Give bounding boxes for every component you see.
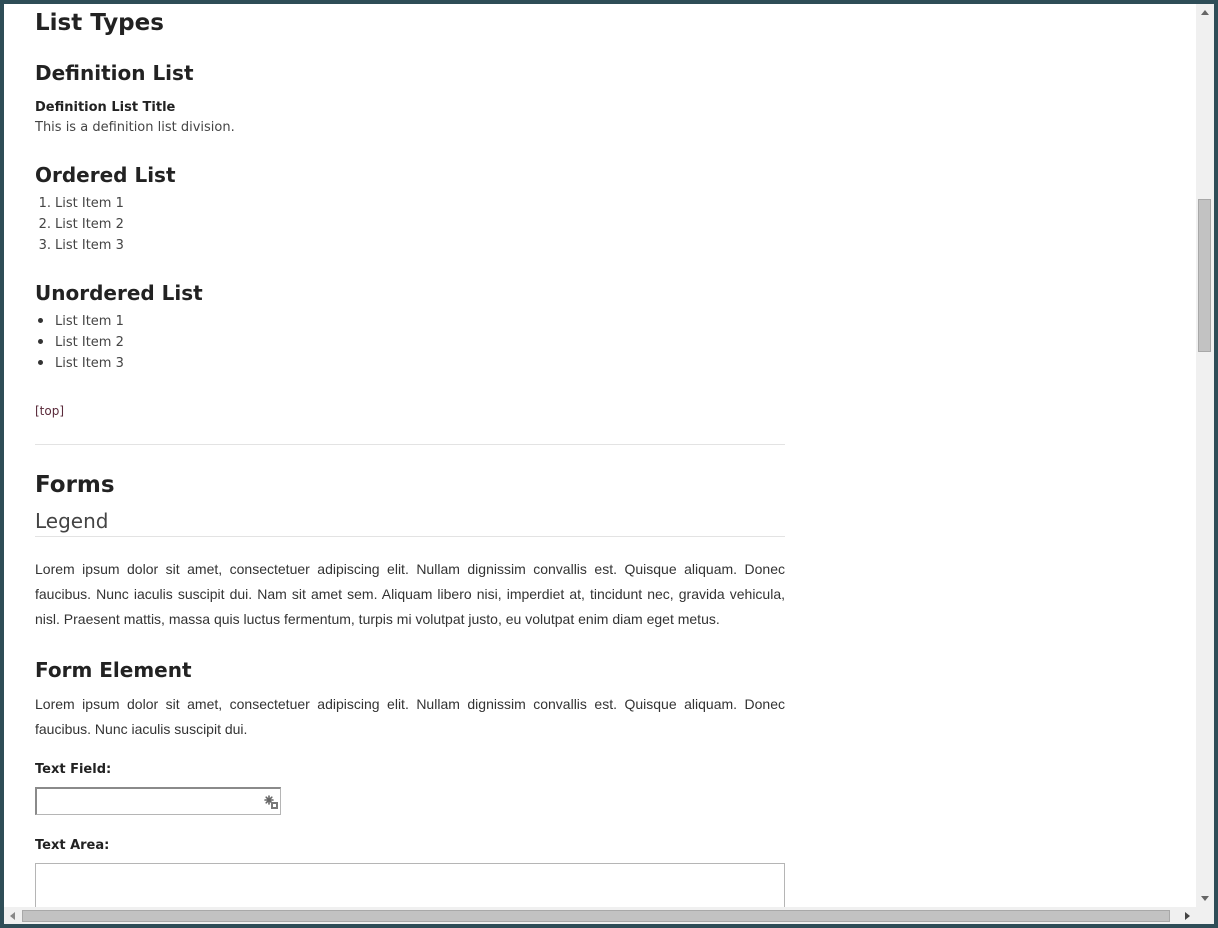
scroll-down-arrow-icon[interactable] — [1196, 890, 1214, 907]
vertical-scroll-thumb[interactable] — [1198, 199, 1211, 352]
bullet-icon — [38, 311, 44, 332]
definition-list-heading: Definition List — [35, 61, 194, 85]
list-item-label: List Item 2 — [55, 335, 124, 350]
list-item-label: List Item 3 — [55, 238, 124, 253]
list-types-heading: List Types — [35, 10, 164, 36]
ordered-list: 1. List Item 1 2. List Item 2 3. List Item … — [35, 193, 124, 256]
vertical-scrollbar[interactable] — [1196, 4, 1214, 907]
back-to-top-link[interactable]: [top] — [35, 404, 64, 418]
list-number: 1. — [38, 196, 51, 211]
forms-heading: Forms — [35, 472, 115, 498]
list-item: List Item 2 — [35, 332, 124, 353]
list-item: 3. List Item 3 — [35, 235, 124, 256]
definition-term: Definition List Title — [35, 100, 176, 115]
text-area-label: Text Area: — [35, 838, 110, 853]
scrollbar-corner — [1196, 907, 1214, 924]
ordered-list-heading: Ordered List — [35, 163, 176, 187]
list-item: List Item 1 — [35, 311, 124, 332]
unordered-list-heading: Unordered List — [35, 281, 203, 305]
bullet-icon — [38, 353, 44, 374]
list-item: 1. List Item 1 — [35, 193, 124, 214]
text-field-input[interactable] — [35, 787, 281, 815]
snippet-insert-icon[interactable] — [264, 795, 278, 809]
list-number: 3. — [38, 238, 51, 253]
horizontal-scroll-thumb[interactable] — [22, 910, 1170, 922]
section-divider — [35, 444, 785, 445]
form-element-heading: Form Element — [35, 658, 192, 682]
list-number: 2. — [38, 217, 51, 232]
legend-divider — [35, 536, 785, 537]
horizontal-scrollbar[interactable] — [4, 907, 1196, 924]
unordered-list: List Item 1 List Item 2 List Item 3 — [35, 311, 124, 374]
page-viewport: List Types Definition List Definition Li… — [4, 4, 1196, 907]
bullet-icon — [38, 332, 44, 353]
list-item-label: List Item 2 — [55, 217, 124, 232]
form-element-paragraph: Lorem ipsum dolor sit amet, consectetuer… — [35, 696, 785, 737]
list-item-label: List Item 1 — [55, 314, 124, 329]
list-item-label: List Item 3 — [55, 356, 124, 371]
scroll-up-arrow-icon[interactable] — [1196, 4, 1214, 21]
browser-window: List Types Definition List Definition Li… — [4, 4, 1214, 924]
definition-description: This is a definition list division. — [35, 120, 235, 135]
scroll-left-arrow-icon[interactable] — [4, 907, 21, 924]
text-area-input[interactable] — [35, 863, 785, 907]
list-item: List Item 3 — [35, 353, 124, 374]
text-field-label: Text Field: — [35, 762, 112, 777]
list-item: 2. List Item 2 — [35, 214, 124, 235]
list-item-label: List Item 1 — [55, 196, 124, 211]
form-legend: Legend — [35, 509, 109, 533]
forms-intro-paragraph: Lorem ipsum dolor sit amet, consectetuer… — [35, 561, 785, 627]
scroll-right-arrow-icon[interactable] — [1179, 907, 1196, 924]
